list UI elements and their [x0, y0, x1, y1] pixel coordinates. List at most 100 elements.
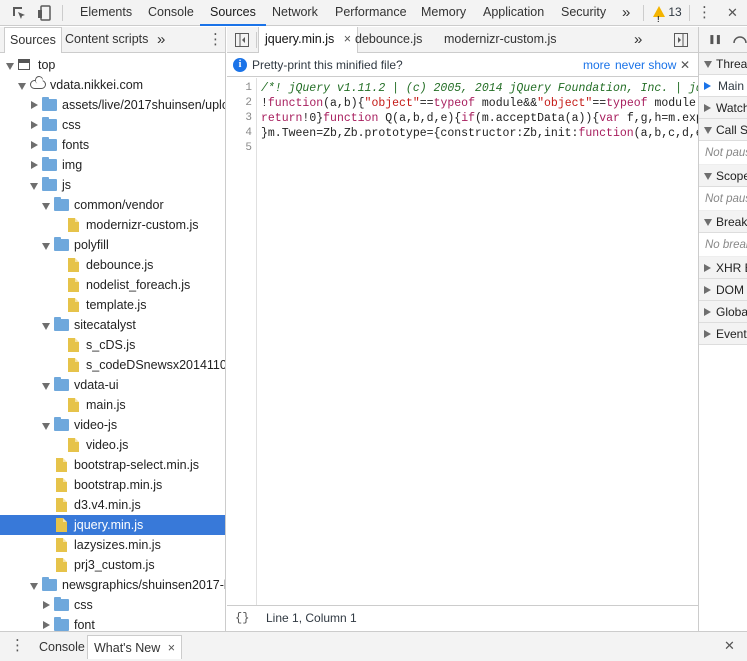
expanded-arrow-icon[interactable]: [6, 63, 14, 70]
tree-folder-item[interactable]: font: [0, 615, 225, 631]
tab-performance[interactable]: Performance: [325, 0, 417, 26]
tree-file-item[interactable]: s_codeDSnewsx20141101.js: [0, 355, 225, 375]
warnings-counter[interactable]: 13: [653, 0, 682, 32]
line-number[interactable]: 2: [245, 96, 252, 111]
drawer-tab-console[interactable]: Console: [33, 635, 91, 659]
tree-file-item[interactable]: prj3_custom.js: [0, 555, 225, 575]
collapsed-arrow-icon[interactable]: [31, 141, 38, 149]
more-editor-tabs-button[interactable]: »: [628, 27, 648, 52]
expanded-arrow-icon[interactable]: [30, 583, 38, 590]
tab-sources[interactable]: Sources: [200, 0, 266, 26]
tree-file-item[interactable]: nodelist_foreach.js: [0, 275, 225, 295]
navigator-menu-button[interactable]: ⋮: [203, 27, 225, 52]
debugger-section-header[interactable]: Call Stack: [699, 119, 747, 141]
tree-file-item[interactable]: d3.v4.min.js: [0, 495, 225, 515]
tree-folder-item[interactable]: css: [0, 115, 225, 135]
editor-tab-debounce[interactable]: debounce.js: [349, 27, 428, 52]
tree-file-item[interactable]: s_cDS.js: [0, 335, 225, 355]
debugger-section-header[interactable]: DOM Breakpoints: [699, 279, 747, 301]
tree-file-item[interactable]: bootstrap-select.min.js: [0, 455, 225, 475]
tree-folder-item[interactable]: vdata-ui: [0, 375, 225, 395]
tree-item-label: vdata-ui: [74, 378, 119, 392]
collapsed-arrow-icon[interactable]: [43, 601, 50, 609]
customize-menu-button[interactable]: ⋮: [697, 0, 712, 26]
code-area[interactable]: 12345 /*! jQuery v1.11.2 | (c) 2005, 201…: [227, 78, 698, 605]
debugger-section-header[interactable]: Threads: [699, 53, 747, 75]
debugger-section-header[interactable]: XHR Breakpoints: [699, 257, 747, 279]
tab-sources-navigator[interactable]: Sources: [4, 27, 62, 53]
tab-console[interactable]: Console: [138, 0, 204, 26]
toggle-navigator-icon[interactable]: [235, 33, 249, 47]
debugger-section-header[interactable]: Global Listeners: [699, 301, 747, 323]
line-number[interactable]: 1: [245, 81, 252, 96]
tree-folder-item[interactable]: assets/live/2017shuinsen/uploads: [0, 95, 225, 115]
editor-tab-modernizr[interactable]: modernizr-custom.js: [438, 27, 563, 52]
tree-file-item[interactable]: template.js: [0, 295, 225, 315]
line-number[interactable]: 4: [245, 126, 252, 141]
tree-folder-item[interactable]: video-js: [0, 415, 225, 435]
tab-application[interactable]: Application: [473, 0, 554, 26]
step-over-icon[interactable]: [732, 33, 747, 47]
line-number-gutter[interactable]: 12345: [227, 78, 257, 605]
pause-button[interactable]: ❚❚: [708, 27, 722, 52]
drawer-tab-whats-new[interactable]: What's New ×: [87, 635, 183, 659]
tree-item-label: common/vendor: [74, 198, 164, 212]
tree-file-item[interactable]: debounce.js: [0, 255, 225, 275]
collapsed-arrow-icon[interactable]: [43, 621, 50, 629]
collapsed-arrow-icon[interactable]: [31, 161, 38, 169]
tree-file-item[interactable]: modernizr-custom.js: [0, 215, 225, 235]
expanded-arrow-icon[interactable]: [42, 383, 50, 390]
line-number[interactable]: 5: [245, 141, 252, 156]
close-devtools-button[interactable]: ✕: [727, 0, 738, 26]
tree-folder-item[interactable]: css: [0, 595, 225, 615]
tree-folder-item[interactable]: polyfill: [0, 235, 225, 255]
infobar-never-show-link[interactable]: never show: [615, 54, 676, 76]
expanded-arrow-icon[interactable]: [42, 203, 50, 210]
expanded-arrow-icon[interactable]: [18, 83, 26, 90]
pretty-print-button[interactable]: {}: [235, 606, 249, 631]
more-navigator-tabs-button[interactable]: »: [152, 27, 170, 52]
debugger-section-header[interactable]: Watch: [699, 97, 747, 119]
debugger-section-header[interactable]: Breakpoints: [699, 211, 747, 233]
tree-folder-item[interactable]: sitecatalyst: [0, 315, 225, 335]
tree-folder-item[interactable]: common/vendor: [0, 195, 225, 215]
inspect-element-icon[interactable]: [10, 4, 28, 22]
tree-folder-item[interactable]: img: [0, 155, 225, 175]
tree-file-item[interactable]: video.js: [0, 435, 225, 455]
tree-folder-item[interactable]: vdata.nikkei.com: [0, 75, 225, 95]
tab-memory[interactable]: Memory: [411, 0, 476, 26]
expanded-arrow-icon[interactable]: [30, 183, 38, 190]
tree-folder-item[interactable]: js: [0, 175, 225, 195]
collapsed-arrow-icon[interactable]: [31, 121, 38, 129]
expanded-arrow-icon[interactable]: [42, 323, 50, 330]
expanded-arrow-icon[interactable]: [42, 243, 50, 250]
thread-item-main[interactable]: Main: [699, 75, 747, 97]
tab-network[interactable]: Network: [262, 0, 328, 26]
expanded-arrow-icon[interactable]: [42, 423, 50, 430]
tree-folder-item[interactable]: newsgraphics/shuinsen2017-live: [0, 575, 225, 595]
folder-icon: [54, 597, 69, 611]
more-tabs-button[interactable]: »: [612, 0, 640, 26]
tree-file-item[interactable]: lazysizes.min.js: [0, 535, 225, 555]
line-number[interactable]: 3: [245, 111, 252, 126]
close-tab-icon[interactable]: ×: [168, 641, 175, 655]
infobar-more-link[interactable]: more: [583, 54, 610, 76]
close-drawer-button[interactable]: ✕: [724, 632, 735, 660]
device-toolbar-icon[interactable]: [36, 4, 54, 22]
tab-elements[interactable]: Elements: [70, 0, 142, 26]
tab-security[interactable]: Security: [551, 0, 616, 26]
toggle-debugger-icon[interactable]: [674, 33, 688, 47]
tree-file-item[interactable]: jquery.min.js: [0, 515, 225, 535]
tab-content-scripts[interactable]: Content scripts: [60, 27, 153, 52]
debugger-section-header[interactable]: Scope: [699, 165, 747, 187]
tree-folder-item[interactable]: fonts: [0, 135, 225, 155]
tree-file-item[interactable]: main.js: [0, 395, 225, 415]
tree-folder-item[interactable]: top: [0, 55, 225, 75]
drawer-menu-button[interactable]: ⋮: [10, 632, 25, 660]
infobar-close-button[interactable]: ✕: [680, 54, 690, 76]
tree-item-label: js: [62, 178, 72, 192]
debugger-section-header[interactable]: Event Listener Breakpoints: [699, 323, 747, 345]
collapsed-arrow-icon[interactable]: [31, 101, 38, 109]
tree-file-item[interactable]: bootstrap.min.js: [0, 475, 225, 495]
editor-tab-jquery[interactable]: jquery.min.js ×: [258, 27, 359, 53]
